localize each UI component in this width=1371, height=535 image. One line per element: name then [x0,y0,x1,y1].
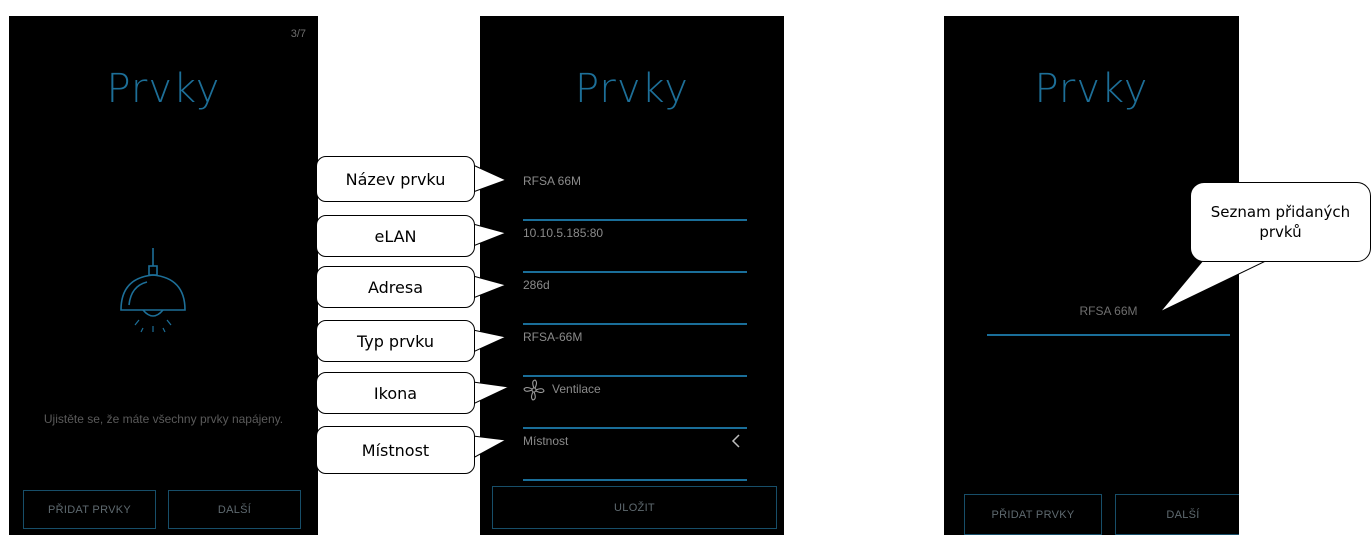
callout-device-type: Typ prvku [316,320,475,362]
next-button[interactable]: DALŠÍ [1115,494,1239,535]
list-item-label: RFSA 66M [1079,304,1138,318]
device-name-value: RFSA 66M [523,174,582,188]
screen-device-list: Prvky RFSA 66M PŘIDAT PRVKY DALŠÍ [944,16,1239,535]
device-name-field[interactable]: RFSA 66M [523,169,747,221]
elan-value: 10.10.5.185:80 [523,226,604,240]
callout-added-list: Seznam přidaných prvků [1190,182,1371,262]
screen-intro: 3/7 Prvky Ujistěte se, že máte všechny p… [9,16,318,535]
callout-icon: Ikona [316,372,475,414]
room-value: Místnost [523,434,569,448]
add-devices-button[interactable]: PŘIDAT PRVKY [23,490,156,529]
callout-room: Místnost [316,426,475,474]
next-button[interactable]: DALŠÍ [168,490,301,529]
device-list: RFSA 66M [987,300,1230,336]
screen-device-form: Prvky RFSA 66M 10.10.5.185:80 286d RFSA-… [480,16,784,535]
save-button[interactable]: ULOŽIT [492,486,777,529]
list-item-underline [987,334,1230,336]
device-type-field[interactable]: RFSA-66M [523,325,747,377]
fan-icon [523,379,545,401]
icon-label: Ventilace [552,382,601,396]
lamp-icon [120,248,186,333]
icon-field[interactable]: Ventilace [523,377,747,429]
elan-field[interactable]: 10.10.5.185:80 [523,221,747,273]
callout-address: Adresa [316,266,475,308]
callout-elan: eLAN [316,215,475,257]
address-value: 286d [523,278,550,292]
room-field[interactable]: Místnost [523,429,747,481]
page-title: Prvky [575,66,689,112]
device-type-value: RFSA-66M [523,330,583,344]
callout-device-name: Název prvku [316,156,475,202]
field-underline [523,479,747,481]
address-field[interactable]: 286d [523,273,747,325]
list-item[interactable]: RFSA 66M [987,300,1230,336]
add-devices-button[interactable]: PŘIDAT PRVKY [964,494,1102,535]
hint-text: Ujistěte se, že máte všechny prvky napáj… [43,412,284,426]
step-indicator: 3/7 [290,28,306,40]
page-title: Prvky [106,66,221,112]
chevron-left-icon[interactable] [731,434,741,448]
page-title: Prvky [1034,66,1149,112]
